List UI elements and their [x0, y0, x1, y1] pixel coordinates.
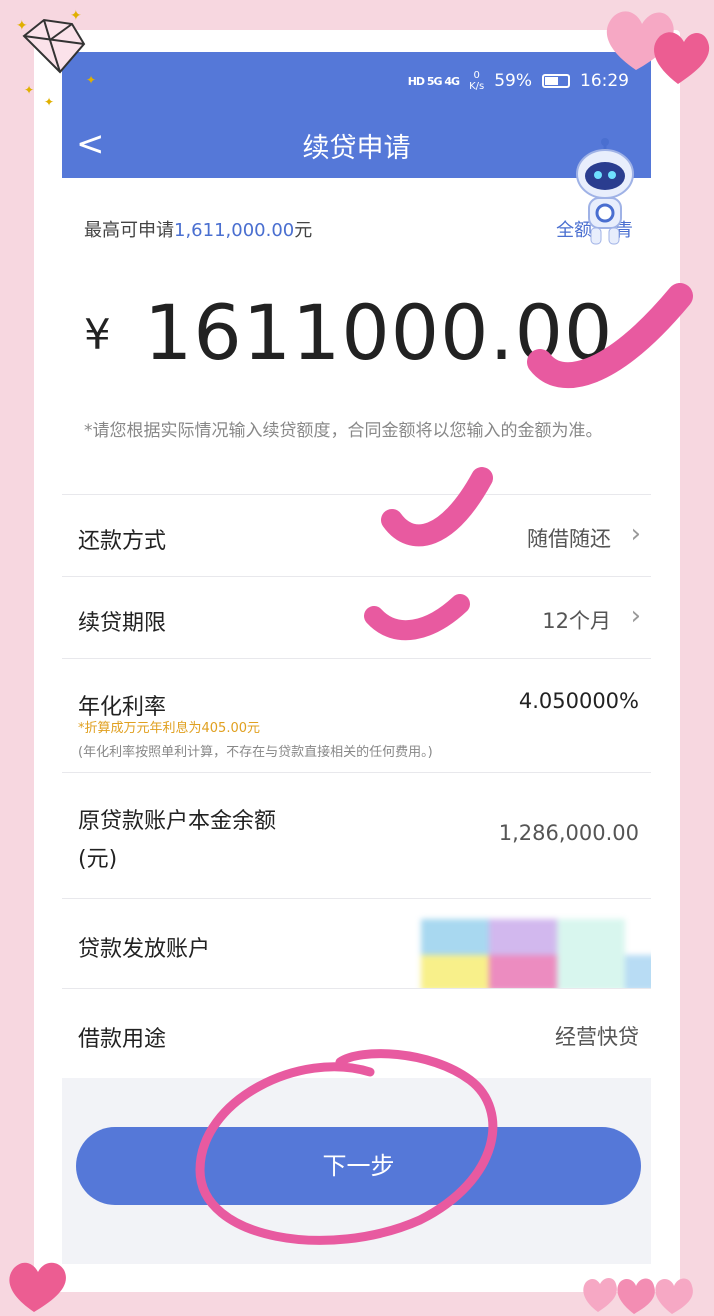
svg-text:✦: ✦: [86, 73, 96, 87]
hearts-row-icon: [583, 1278, 693, 1314]
disbursement-account-label: 贷款发放账户: [78, 937, 211, 962]
network-speed: 0 K/s: [469, 70, 485, 92]
svg-text:✦: ✦: [70, 8, 82, 24]
disbursement-account-row[interactable]: 贷款发放账户: [62, 898, 651, 991]
loan-term-row[interactable]: 续贷期限 12个月 ›: [62, 576, 651, 658]
loan-purpose-row[interactable]: 借款用途 经营快贷: [62, 988, 651, 1078]
hearts-icon: [606, 11, 710, 84]
app-screen: HD 5G 4G 0 K/s 59% 16:29 < 续贷申请 最高可申请1,6…: [62, 52, 651, 1264]
diamond-icon: ✦ ✦ ✦ ✦ ✦: [16, 8, 96, 108]
repayment-method-label: 还款方式: [78, 529, 167, 554]
rate-interest-note: *折算成万元年利息为405.00元: [78, 721, 260, 736]
svg-text:✦: ✦: [24, 83, 34, 97]
svg-text:✦: ✦: [16, 18, 28, 34]
loan-term-label: 续贷期限: [78, 611, 167, 636]
annual-rate-value: 4.050000%: [518, 689, 639, 713]
currency-symbol: ¥: [84, 310, 111, 359]
loan-term-value: 12个月: [542, 609, 611, 633]
chevron-right-icon: ›: [630, 601, 641, 631]
principal-balance-label: 原贷款账户本金余额: [78, 809, 277, 834]
principal-balance-row: 原贷款账户本金余额 (元) 1,286,000.00: [62, 772, 651, 898]
max-amount-value: 1,611,000.00: [174, 220, 295, 241]
principal-balance-unit: (元): [78, 847, 118, 872]
heart-icon: [9, 1262, 66, 1312]
battery-icon: [542, 74, 570, 88]
amount-input[interactable]: 1611000.00: [144, 288, 613, 377]
loan-purpose-label: 借款用途: [78, 1027, 167, 1052]
annual-rate-row: 年化利率 4.050000% *折算成万元年利息为405.00元 (年化利率按照…: [62, 658, 651, 772]
svg-text:✦: ✦: [44, 95, 54, 108]
amount-hint: *请您根据实际情况输入续贷额度，合同金额将以您输入的金额为准。: [84, 421, 603, 441]
robot-mascot-icon: [576, 138, 634, 245]
principal-balance-value: 1,286,000.00: [498, 821, 639, 845]
repayment-method-value: 随借随还: [527, 527, 611, 551]
page-title: 续贷申请: [302, 133, 411, 164]
chevron-right-icon: ›: [630, 519, 641, 549]
max-amount-line: 最高可申请1,611,000.00元: [84, 220, 313, 241]
rate-calc-note: (年化利率按照单利计算，不存在与贷款直接相关的任何费用。): [78, 745, 433, 760]
battery-percent: 59%: [494, 71, 532, 91]
network-indicator: HD 5G 4G: [407, 74, 460, 88]
next-step-button[interactable]: 下一步: [76, 1127, 641, 1205]
redacted-account-mosaic: [421, 919, 651, 991]
amount-card: 最高可申请1,611,000.00元 全额 青 ¥ 1611000.00 *请您…: [62, 138, 651, 494]
top-bar: HD 5G 4G 0 K/s 59% 16:29 < 续贷申请: [62, 52, 651, 178]
loan-purpose-value: 经营快贷: [555, 1025, 639, 1049]
repayment-method-row[interactable]: 还款方式 随借随还 ›: [62, 494, 651, 576]
